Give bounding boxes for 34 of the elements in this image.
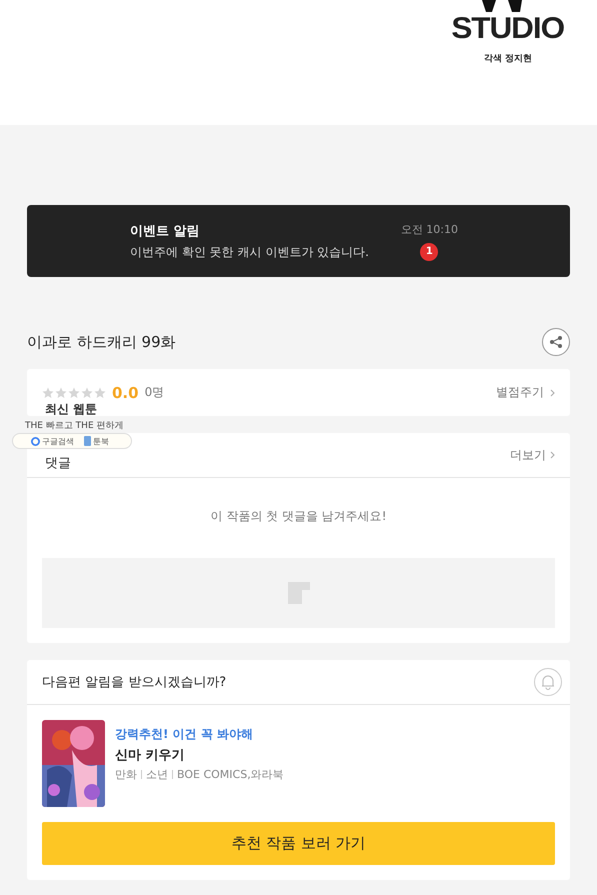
credit-text: 각색 정지현 (484, 53, 532, 65)
recommendation-tag: 강력추천! 이건 꼭 봐야해 (115, 726, 284, 743)
rating-count: 0명 (144, 384, 164, 401)
notification-message: 이번주에 확인 못한 캐시 이벤트가 있습니다. (130, 244, 370, 260)
recommended-title[interactable]: 신마 키우기 (115, 746, 284, 764)
widget-link[interactable]: 구글검색 (31, 436, 74, 446)
share-icon (549, 335, 563, 349)
widget-link[interactable]: 툰북 (84, 436, 109, 446)
book-icon (84, 436, 91, 446)
share-button[interactable] (542, 328, 570, 356)
widget-title: 최신 웹툰 (45, 401, 98, 418)
rate-link[interactable]: 별점주기 (496, 384, 544, 401)
genre-label: 소년 (146, 767, 168, 782)
g-icon (31, 436, 40, 446)
notification-time: 오전 10:10 (400, 222, 458, 236)
bell-icon (540, 674, 556, 690)
rating-score: 0.0 (112, 384, 139, 402)
genre-label: 만화 (115, 767, 137, 782)
logo-text: STUDIO (452, 14, 564, 44)
subscribe-question: 다음편 알림을 받으시겠습니까? (42, 674, 226, 691)
more-link[interactable]: 더보기 (510, 446, 546, 464)
notification-bell-button[interactable] (534, 668, 562, 696)
chevron-right-icon (550, 388, 555, 396)
see-recommendation-button[interactable]: 추천 작품 보러 가기 (42, 822, 555, 865)
widget-tagline: THE 빠르고 THE 편하게 (25, 420, 124, 432)
notification-card[interactable]: 이벤트 알림 이번주에 확인 못한 캐시 이벤트가 있습니다. 오전 10:10 1 (27, 205, 570, 277)
unread-badge: 1 (420, 242, 438, 260)
notification-title: 이벤트 알림 (130, 222, 201, 240)
chevron-right-icon (550, 451, 555, 459)
comments-title: 댓글 (45, 455, 71, 472)
genre-label: BOE COMICS,와라북 (177, 767, 284, 782)
episode-title: 이과로 하드캐리 99화 (27, 332, 176, 352)
empty-comments-message: 이 작품의 첫 댓글을 남겨주세요! (209, 508, 388, 525)
star-rating[interactable] (42, 386, 106, 398)
